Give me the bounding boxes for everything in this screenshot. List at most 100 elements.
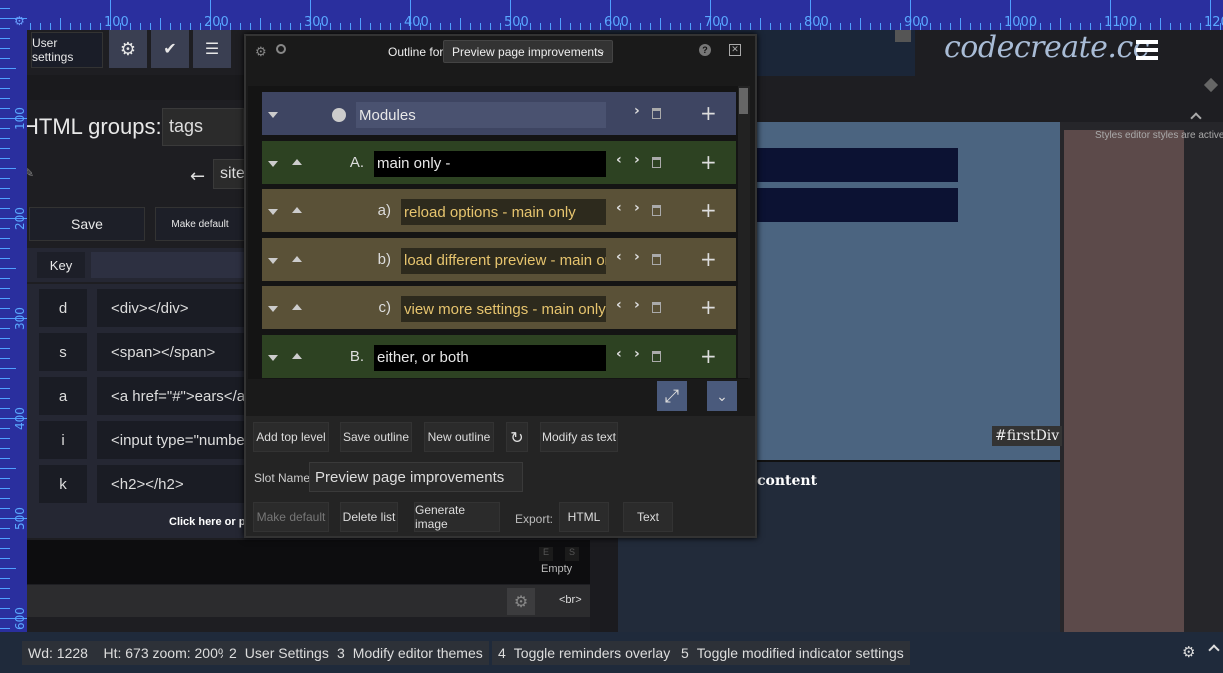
- ruler-tick: [0, 188, 10, 189]
- table-row-key[interactable]: i: [39, 421, 87, 459]
- outline-row-text[interactable]: reload options - main only: [401, 199, 606, 225]
- export-html-button[interactable]: HTML: [559, 502, 609, 532]
- refresh-icon[interactable]: ↻: [506, 422, 528, 452]
- site-select[interactable]: site: [213, 159, 245, 189]
- indent-icon[interactable]: ›: [634, 103, 640, 119]
- click-here-hint[interactable]: Click here or pre: [169, 516, 256, 528]
- editor-input-area[interactable]: [27, 540, 590, 584]
- br-button[interactable]: <br>: [559, 594, 582, 606]
- outdent-icon[interactable]: ‹: [616, 297, 622, 313]
- add-child-icon[interactable]: +: [700, 150, 717, 174]
- collapse-arrow-icon[interactable]: [268, 354, 278, 361]
- footer-item-user-settings[interactable]: 2 User Settings: [223, 641, 335, 665]
- outline-row-text[interactable]: Modules: [356, 102, 606, 128]
- expand-corner-icon[interactable]: [895, 30, 911, 42]
- help-icon[interactable]: ?: [699, 44, 711, 56]
- slot-name-input[interactable]: Preview page improvements: [309, 462, 523, 492]
- trash-icon[interactable]: [652, 253, 661, 265]
- table-row-key[interactable]: s: [39, 333, 87, 371]
- delete-list-button[interactable]: Delete list: [340, 502, 398, 532]
- ruler-tick: [0, 338, 10, 339]
- s-toggle[interactable]: S: [565, 547, 579, 561]
- add-child-icon[interactable]: +: [700, 198, 717, 222]
- new-outline-button[interactable]: New outline: [424, 422, 494, 452]
- close-icon[interactable]: ✕: [729, 44, 741, 56]
- groups-input[interactable]: tags: [162, 108, 244, 146]
- indent-icon[interactable]: ›: [634, 297, 640, 313]
- collapse-arrow-icon[interactable]: [268, 306, 278, 312]
- outline-row-text[interactable]: view more settings - main only: [401, 296, 606, 322]
- outdent-icon[interactable]: ‹: [616, 152, 622, 168]
- add-child-icon[interactable]: +: [700, 101, 717, 125]
- generate-image-button[interactable]: Generate image: [414, 502, 500, 532]
- table-row-value[interactable]: <span></span>: [97, 333, 247, 371]
- outline-row-text[interactable]: either, or both: [374, 344, 606, 371]
- footer-item-modify-themes[interactable]: 3 Modify editor themes: [331, 641, 489, 665]
- gear-icon[interactable]: ⚙: [507, 588, 535, 615]
- gear-icon[interactable]: ⚙: [1182, 643, 1195, 661]
- save-outline-button[interactable]: Save outline: [340, 422, 412, 452]
- modify-as-text-button[interactable]: Modify as text: [540, 422, 618, 452]
- add-top-level-button[interactable]: Add top level: [253, 422, 329, 452]
- table-row-value[interactable]: <h2></h2>: [97, 465, 247, 503]
- chevron-down-icon[interactable]: ⌄: [707, 381, 737, 411]
- table-row-value[interactable]: <a href="#">ears</a>: [97, 377, 247, 415]
- scrollbar-thumb[interactable]: [739, 88, 748, 114]
- scrollbar-track[interactable]: [738, 86, 750, 378]
- trash-icon[interactable]: [652, 156, 661, 168]
- make-default-button[interactable]: Make default: [155, 207, 245, 241]
- outdent-icon[interactable]: ‹: [616, 200, 622, 216]
- export-label: Export:: [515, 512, 554, 526]
- ruler-gear-icon[interactable]: ⚙: [14, 14, 25, 28]
- outline-select[interactable]: Preview page improvements ⌄: [443, 40, 613, 63]
- fullscreen-icon[interactable]: ⤢: [657, 381, 687, 411]
- logo[interactable]: codecreate.cc: [944, 30, 1150, 65]
- table-row-value[interactable]: <div></div>: [97, 289, 247, 327]
- table-row-key[interactable]: d: [39, 289, 87, 327]
- trash-icon[interactable]: [652, 205, 661, 216]
- make-default-button[interactable]: Make default: [253, 502, 329, 532]
- move-up-arrow-icon[interactable]: [292, 207, 302, 213]
- move-up-arrow-icon[interactable]: [292, 304, 302, 310]
- gear-icon[interactable]: ⚙: [109, 30, 147, 68]
- outdent-icon[interactable]: ‹: [616, 249, 622, 265]
- trash-icon[interactable]: [652, 108, 661, 119]
- tab-user-settings[interactable]: User settings: [31, 32, 103, 68]
- search-icon[interactable]: [276, 44, 286, 54]
- trash-icon[interactable]: [652, 302, 661, 313]
- add-child-icon[interactable]: +: [700, 295, 717, 319]
- collapse-arrow-icon[interactable]: [268, 209, 278, 215]
- save-button[interactable]: Save: [29, 207, 145, 241]
- indent-icon[interactable]: ›: [634, 200, 640, 216]
- table-row-value[interactable]: <input type="number">: [97, 421, 247, 459]
- add-child-icon[interactable]: +: [700, 344, 717, 368]
- outline-row-text[interactable]: main only -: [374, 150, 606, 177]
- table-row-key[interactable]: k: [39, 465, 87, 503]
- indent-icon[interactable]: ›: [634, 249, 640, 265]
- e-toggle[interactable]: E: [539, 547, 553, 561]
- indent-icon[interactable]: ›: [634, 152, 640, 168]
- move-up-arrow-icon[interactable]: [292, 255, 302, 262]
- collapse-arrow-icon[interactable]: [268, 112, 278, 118]
- outdent-icon[interactable]: ‹: [616, 346, 622, 362]
- chevron-up-icon[interactable]: [1208, 644, 1220, 656]
- ruler-label: 200: [13, 207, 27, 230]
- outline-row-text[interactable]: load different preview - main only: [401, 247, 606, 274]
- check-list-icon[interactable]: ✔: [151, 30, 189, 68]
- list-icon[interactable]: ☰: [193, 30, 231, 68]
- collapse-arrow-icon[interactable]: [268, 257, 278, 264]
- indent-icon[interactable]: ›: [634, 346, 640, 362]
- move-up-arrow-icon[interactable]: [292, 352, 302, 359]
- move-up-arrow-icon[interactable]: [292, 158, 302, 165]
- footer-item-reminders[interactable]: 4 Toggle reminders overlay: [492, 641, 677, 665]
- hamburger-menu-icon[interactable]: [1136, 40, 1158, 60]
- add-child-icon[interactable]: +: [700, 247, 717, 271]
- gear-icon[interactable]: ⚙: [255, 44, 267, 60]
- arrow-left-icon[interactable]: ←: [190, 166, 205, 187]
- trash-icon[interactable]: [652, 350, 661, 362]
- table-row-key[interactable]: a: [39, 377, 87, 415]
- export-text-button[interactable]: Text: [623, 502, 673, 532]
- footer-item-modified-indicator[interactable]: 5 Toggle modified indicator settings: [675, 641, 910, 665]
- collapse-arrow-icon[interactable]: [268, 160, 278, 167]
- ruler-tick: [0, 328, 10, 329]
